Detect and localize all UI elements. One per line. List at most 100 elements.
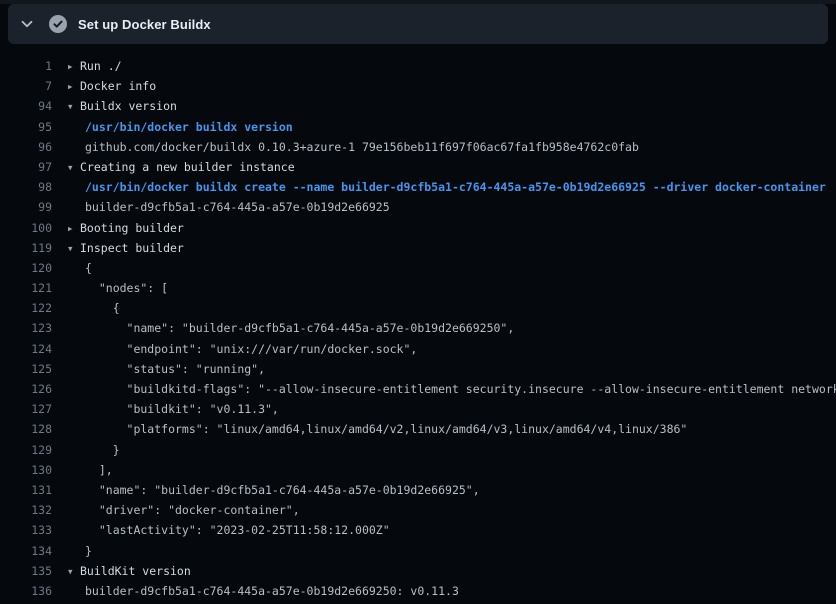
line-text: builder-d9cfb5a1-c764-445a-a57e-0b19d2e6… (85, 584, 459, 598)
line-number[interactable]: 134 (0, 541, 52, 561)
line-body: "status": "running", (68, 359, 836, 379)
line-body: ▶Booting builder (68, 218, 836, 238)
log-line-row: 126 "buildkitd-flags": "--allow-insecure… (0, 379, 836, 399)
line-body: "endpoint": "unix:///var/run/docker.sock… (68, 339, 836, 359)
step-header[interactable]: Set up Docker Buildx (8, 4, 828, 44)
line-number[interactable]: 99 (0, 197, 52, 217)
line-text: "lastActivity": "2023-02-25T11:58:12.000… (85, 523, 390, 537)
line-number[interactable]: 130 (0, 460, 52, 480)
line-body: ▼Buildx version (68, 96, 836, 116)
line-text: Buildx version (80, 99, 177, 113)
line-number[interactable]: 124 (0, 339, 52, 359)
line-body: "driver": "docker-container", (68, 500, 836, 520)
line-body: { (68, 298, 836, 318)
log-line-row: 99 builder-d9cfb5a1-c764-445a-a57e-0b19d… (0, 197, 836, 217)
line-body: { (68, 258, 836, 278)
log-group-row[interactable]: 97 ▼Creating a new builder instance (0, 157, 836, 177)
log-group-row[interactable]: 135 ▼BuildKit version (0, 561, 836, 581)
line-number[interactable]: 125 (0, 359, 52, 379)
line-number[interactable]: 135 (0, 561, 52, 581)
line-number[interactable]: 127 (0, 399, 52, 419)
line-text: ], (85, 463, 113, 477)
line-number[interactable]: 122 (0, 298, 52, 318)
line-text: "buildkitd-flags": "--allow-insecure-ent… (85, 382, 836, 396)
line-text: /usr/bin/docker buildx version (85, 120, 293, 134)
group-collapsed-icon[interactable]: ▶ (68, 219, 80, 238)
line-text: } (85, 544, 92, 558)
line-text: { (85, 301, 120, 315)
line-number[interactable]: 133 (0, 520, 52, 540)
line-number[interactable]: 126 (0, 379, 52, 399)
line-number[interactable]: 121 (0, 278, 52, 298)
chevron-down-icon[interactable] (20, 17, 34, 31)
line-number[interactable]: 97 (0, 157, 52, 177)
log-lines: 1 ▶Run ./ 7 ▶Docker info 94 ▼Buildx vers… (0, 44, 836, 601)
log-group-row[interactable]: 100 ▶Booting builder (0, 218, 836, 238)
line-body: "name": "builder-d9cfb5a1-c764-445a-a57e… (68, 318, 836, 338)
line-number[interactable]: 132 (0, 500, 52, 520)
line-body: /usr/bin/docker buildx create --name bui… (68, 177, 836, 197)
line-text: Booting builder (80, 221, 184, 235)
line-text: "name": "builder-d9cfb5a1-c764-445a-a57e… (85, 483, 480, 497)
log-line-row: 123 "name": "builder-d9cfb5a1-c764-445a-… (0, 318, 836, 338)
line-body: builder-d9cfb5a1-c764-445a-a57e-0b19d2e6… (68, 197, 836, 217)
log-line-row: 127 "buildkit": "v0.11.3", (0, 399, 836, 419)
log-line-row: 95 /usr/bin/docker buildx version (0, 117, 836, 137)
log-line-row: 96 github.com/docker/buildx 0.10.3+azure… (0, 137, 836, 157)
line-text: Creating a new builder instance (80, 160, 295, 174)
log-line-row: 132 "driver": "docker-container", (0, 500, 836, 520)
log-line-row: 125 "status": "running", (0, 359, 836, 379)
line-body: ▼Creating a new builder instance (68, 157, 836, 177)
log-line-row: 120 { (0, 258, 836, 278)
line-body: ], (68, 460, 836, 480)
line-text: } (85, 443, 120, 457)
line-body: "nodes": [ (68, 278, 836, 298)
line-text: Inspect builder (80, 241, 184, 255)
line-body: "platforms": "linux/amd64,linux/amd64/v2… (68, 419, 836, 439)
group-expanded-icon[interactable]: ▼ (68, 239, 80, 258)
log-line-row: 124 "endpoint": "unix:///var/run/docker.… (0, 339, 836, 359)
line-number[interactable]: 119 (0, 238, 52, 258)
line-text: "endpoint": "unix:///var/run/docker.sock… (85, 342, 417, 356)
line-text: { (85, 261, 92, 275)
log-group-row[interactable]: 119 ▼Inspect builder (0, 238, 836, 258)
line-number[interactable]: 7 (0, 76, 52, 96)
line-number[interactable]: 95 (0, 117, 52, 137)
log-group-row[interactable]: 94 ▼Buildx version (0, 96, 836, 116)
line-number[interactable]: 100 (0, 218, 52, 238)
line-text: "name": "builder-d9cfb5a1-c764-445a-a57e… (85, 321, 514, 335)
line-text: Docker info (80, 79, 156, 93)
line-text: github.com/docker/buildx 0.10.3+azure-1 … (85, 140, 639, 154)
line-text: Run ./ (80, 59, 122, 73)
line-number[interactable]: 98 (0, 177, 52, 197)
line-number[interactable]: 129 (0, 440, 52, 460)
line-number[interactable]: 123 (0, 318, 52, 338)
log-line-row: 130 ], (0, 460, 836, 480)
line-number[interactable]: 128 (0, 419, 52, 439)
line-number[interactable]: 120 (0, 258, 52, 278)
line-body: "buildkit": "v0.11.3", (68, 399, 836, 419)
log-line-row: 134 } (0, 541, 836, 561)
log-line-row: 131 "name": "builder-d9cfb5a1-c764-445a-… (0, 480, 836, 500)
line-number[interactable]: 96 (0, 137, 52, 157)
line-number[interactable]: 131 (0, 480, 52, 500)
log-line-row: 136 builder-d9cfb5a1-c764-445a-a57e-0b19… (0, 581, 836, 601)
log-group-row[interactable]: 1 ▶Run ./ (0, 56, 836, 76)
group-expanded-icon[interactable]: ▼ (68, 562, 80, 581)
group-expanded-icon[interactable]: ▼ (68, 97, 80, 116)
line-text: "platforms": "linux/amd64,linux/amd64/v2… (85, 422, 687, 436)
line-text: "status": "running", (85, 362, 265, 376)
check-circle-icon (49, 15, 67, 33)
group-collapsed-icon[interactable]: ▶ (68, 57, 80, 76)
group-expanded-icon[interactable]: ▼ (68, 158, 80, 177)
log-group-row[interactable]: 7 ▶Docker info (0, 76, 836, 96)
line-number[interactable]: 94 (0, 96, 52, 116)
line-text: "driver": "docker-container", (85, 503, 300, 517)
line-number[interactable]: 1 (0, 56, 52, 76)
line-text: BuildKit version (80, 564, 191, 578)
group-collapsed-icon[interactable]: ▶ (68, 77, 80, 96)
line-number[interactable]: 136 (0, 581, 52, 601)
line-body: ▼Inspect builder (68, 238, 836, 258)
line-text: builder-d9cfb5a1-c764-445a-a57e-0b19d2e6… (85, 200, 390, 214)
line-body: /usr/bin/docker buildx version (68, 117, 836, 137)
